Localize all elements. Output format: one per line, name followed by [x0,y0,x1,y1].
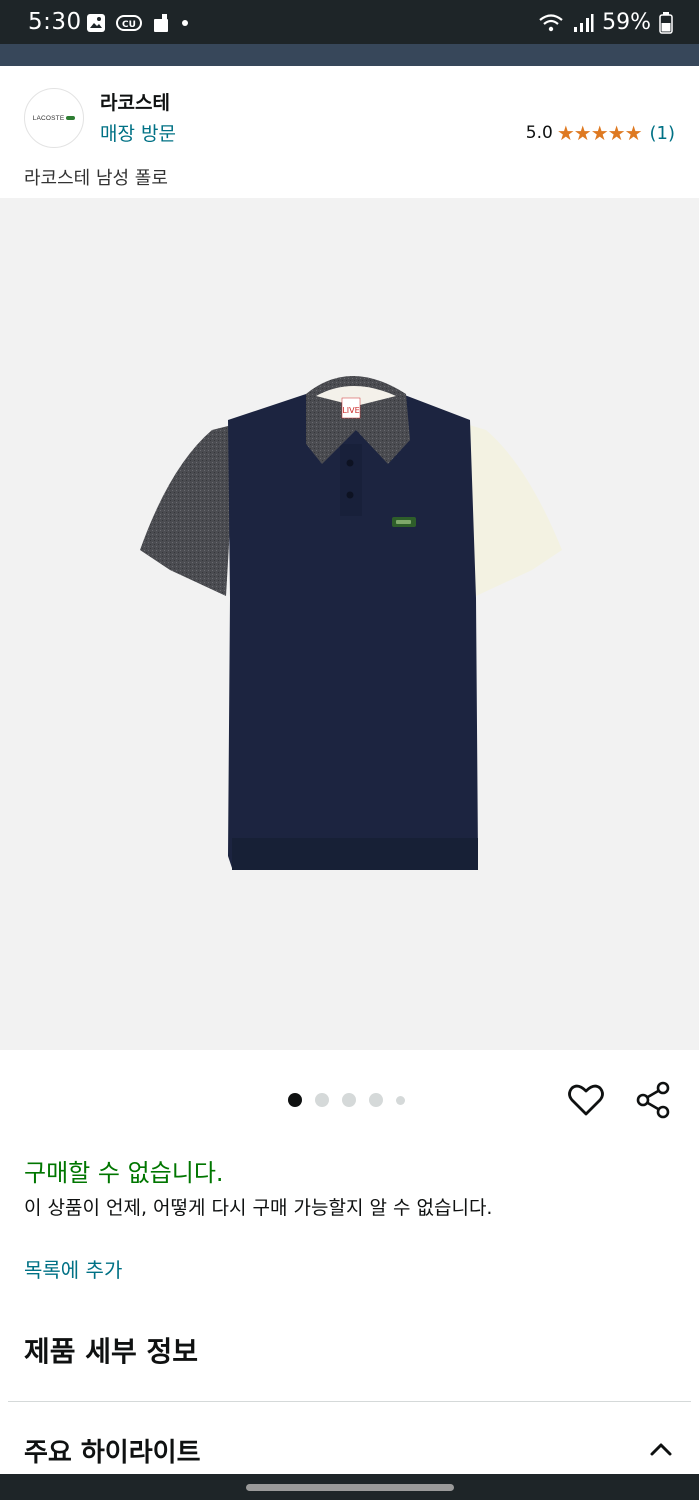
share-icon [636,1081,670,1119]
gallery-icon [87,14,105,32]
visit-store-link[interactable]: 매장 방문 [100,119,176,146]
home-gesture-handle[interactable] [246,1484,454,1491]
status-time: 5:30 [28,9,82,35]
bag-icon [154,14,168,32]
notification-icons: CU [86,13,190,33]
chevron-up-icon [650,1443,672,1456]
cu-icon: CU [116,15,142,31]
wishlist-button[interactable] [566,1080,606,1120]
store-name[interactable]: 라코스테 [100,88,170,115]
left-sleeve [140,424,236,596]
battery-icon [659,11,673,34]
collapse-highlights-button[interactable] [647,1435,675,1463]
rating-summary[interactable]: 5.0 ★★★★★ (1) [526,121,675,145]
battery-percent: 59% [602,10,651,35]
rating-count[interactable]: (1) [650,123,676,144]
system-indicators: 59% [538,10,673,35]
add-to-list-link[interactable]: 목록에 추가 [24,1254,122,1283]
wifi-icon [539,13,563,31]
share-button[interactable] [634,1080,674,1120]
brand-logo[interactable]: LACOSTE [24,88,84,148]
brand-logo-text: LACOSTE [32,114,65,122]
availability-description: 이 상품이 언제, 어떻게 다시 구매 가능할지 알 수 없습니다. [24,1197,493,1219]
svg-text:CU: CU [122,20,136,30]
live-tag-text: LIVE [342,406,359,415]
star-rating-icon: ★★★★★ [556,121,643,145]
image-carousel-dots[interactable] [288,1093,405,1107]
carousel-dot[interactable] [288,1093,302,1107]
carousel-dot[interactable] [369,1093,383,1107]
product-details-heading: 제품 세부 정보 [24,1335,199,1368]
key-highlights-heading[interactable]: 주요 하이라이트 [24,1432,201,1469]
product-image[interactable]: LIVE [0,198,699,1050]
right-sleeve [466,424,562,596]
signal-icon [574,13,594,32]
rating-score: 5.0 [525,123,553,143]
carousel-dot[interactable] [396,1095,405,1105]
heart-icon [568,1084,604,1116]
product-title: 라코스테 남성 폴로 [24,168,168,189]
product-image-area[interactable]: LIVE [0,198,699,1050]
divider [8,1401,691,1402]
carousel-dot[interactable] [315,1093,329,1107]
carousel-dot[interactable] [342,1093,356,1107]
dot-icon [182,20,188,26]
croc-icon [66,116,76,120]
status-bar: 5:30 CU 59% [0,0,699,44]
seller-header: LACOSTE 라코스테 매장 방문 5.0 ★★★★★ (1) 라코스테 남성… [0,66,699,198]
availability-status: 구매할 수 없습니다. [24,1159,224,1187]
app-header-strip [0,44,699,66]
